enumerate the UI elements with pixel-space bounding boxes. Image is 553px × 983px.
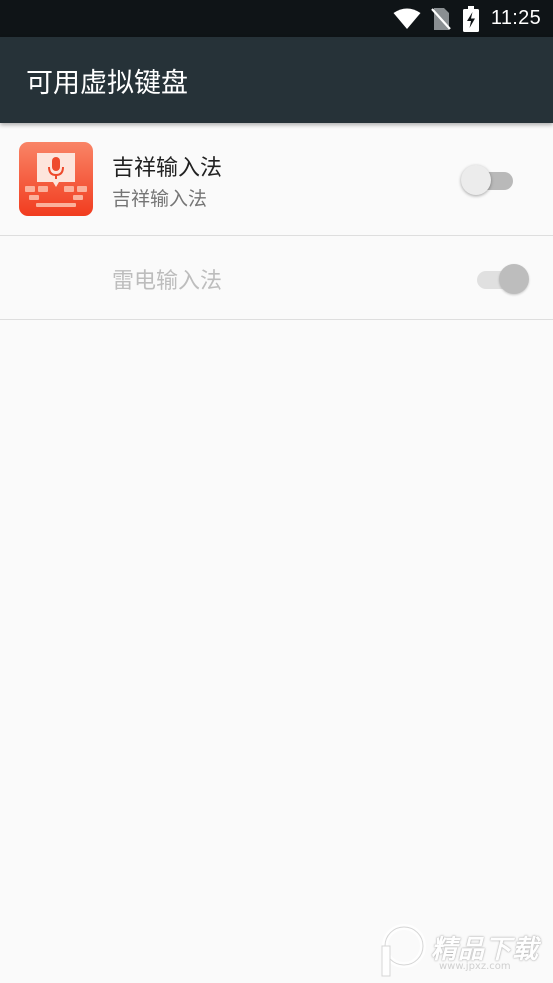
app-bar: 可用虚拟键盘 [0,37,553,123]
watermark-url: www.jpxz.com [439,961,511,972]
item-title: 吉祥输入法 [112,156,223,181]
switch-thumb [499,264,529,294]
battery-charging-icon [462,5,479,32]
jixiang-keyboard-app-icon [19,142,93,216]
wifi-icon [393,8,421,30]
status-time: 11:25 [490,7,541,29]
leidian-keyboard-toggle[interactable] [469,260,529,296]
list-item-leidian-keyboard[interactable]: 雷电输入法 [0,236,553,320]
jixiang-keyboard-toggle[interactable] [461,161,517,197]
no-sim-icon [431,7,451,31]
list-item-jixiang-keyboard[interactable]: 吉祥输入法 吉祥输入法 [0,123,553,236]
watermark-logo: 精品下载 www.jpxz.com [379,919,547,979]
watermark-p-icon [381,924,426,977]
keyboard-list: 吉祥输入法 吉祥输入法 雷电输入法 [0,123,553,320]
status-icons: 11:25 [393,0,541,37]
item-summary: 吉祥输入法 [112,188,208,210]
status-bar: 11:25 [0,0,553,37]
switch-thumb [461,165,491,195]
page-title: 可用虚拟键盘 [26,68,188,99]
item-title: 雷电输入法 [112,269,223,294]
